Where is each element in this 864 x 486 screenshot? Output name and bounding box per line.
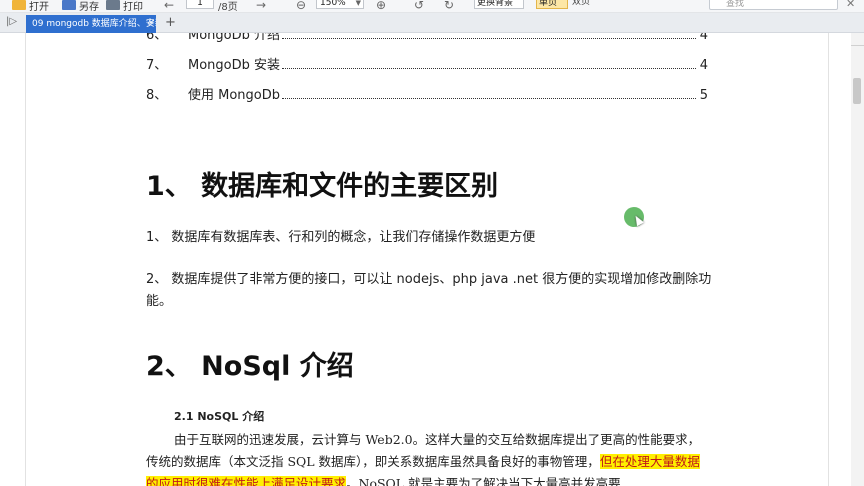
toc-entry[interactable]: 6、 MongoDb 介绍 4 [146, 33, 708, 43]
toc-number: 7、 [146, 58, 168, 73]
print-button[interactable]: 打印 [106, 0, 143, 12]
section-heading-1: 1、 数据库和文件的主要区别 [146, 171, 499, 202]
chevron-down-icon: ▼ [355, 0, 361, 7]
add-tab-icon[interactable]: + [165, 15, 176, 30]
toc-entry[interactable]: 8、 使用 MongoDb 5 [146, 84, 708, 103]
toc-page: 4 [699, 58, 708, 73]
toolbar: 打开 另存 打印 ← 1 /8页 → ⊖ 150% ▼ ⊕ ↺ ↻ 更换背景 单… [0, 0, 864, 13]
zoom-in-icon[interactable]: ⊕ [372, 0, 390, 12]
toc-page: 5 [699, 88, 708, 103]
toc-title: MongoDb 安装 [188, 58, 281, 73]
close-icon[interactable]: ✕ [846, 0, 855, 10]
tab-bar: |▷ 09 mongodb 数据库介绍、安装 ✕ + [0, 13, 864, 33]
toc-number: 6、 [146, 33, 168, 43]
section-heading-2: 2、 NoSql 介绍 [146, 351, 354, 382]
body-paragraph: 由于互联网的迅速发展，云计算与 Web2.0。这样大量的交互给数据库提出了更高的… [146, 429, 712, 486]
subsection-heading: 2.1 NoSQL 介绍 [174, 410, 265, 423]
rotate-left-icon[interactable]: ↺ [410, 0, 428, 12]
toc-leader [282, 98, 696, 99]
sidebar-toggle-icon[interactable]: |▷ [6, 16, 17, 27]
toc-title: 使用 MongoDb [188, 88, 281, 103]
body-text-continued: 。NoSQL 就是主要为了解决当下大量高并发高要 [346, 476, 621, 486]
save-as-label: 另存 [79, 1, 99, 13]
rotate-right-icon[interactable]: ↻ [440, 0, 458, 12]
list-item: 2、 数据库提供了非常方便的接口，可以让 nodejs、php java .ne… [146, 272, 712, 309]
toc-leader [282, 38, 696, 39]
page-number-input[interactable]: 1 [186, 0, 214, 9]
open-label: 打开 [29, 1, 49, 13]
print-label: 打印 [123, 1, 143, 13]
folder-open-icon [12, 0, 26, 10]
background-select[interactable]: 更换背景 [474, 0, 524, 9]
single-page-button[interactable]: 单页 [536, 0, 568, 9]
toc-leader [282, 68, 696, 69]
save-as-button[interactable]: 另存 [62, 0, 99, 12]
prev-page-icon[interactable]: ← [160, 0, 178, 12]
next-page-icon[interactable]: → [252, 0, 270, 12]
document-viewport: 6、 MongoDb 介绍 4 7、 MongoDb 安装 4 8、 使用 Mo… [0, 33, 864, 486]
toc-entry[interactable]: 7、 MongoDb 安装 4 [146, 54, 708, 73]
save-icon [62, 0, 76, 10]
zoom-out-icon[interactable]: ⊖ [292, 0, 310, 12]
page-total: /8页 [218, 2, 238, 13]
tab-document[interactable]: 09 mongodb 数据库介绍、安装 [26, 15, 156, 33]
scrollbar-thumb[interactable] [853, 78, 861, 104]
scrollbar-divider [851, 45, 864, 46]
zoom-value: 150% [320, 0, 346, 8]
tab-label: 09 mongodb 数据库介绍、安装 [32, 19, 156, 29]
zoom-select[interactable]: 150% ▼ [316, 0, 364, 9]
list-item: 1、 数据库有数据库表、行和列的概念，让我们存储操作数据更方便 [146, 230, 536, 245]
tab-close-icon[interactable]: ✕ [148, 18, 155, 27]
toc-number: 8、 [146, 88, 168, 103]
open-button[interactable]: 打开 [12, 0, 49, 12]
double-page-button[interactable]: 双页 [570, 0, 600, 9]
toc-title: MongoDb 介绍 [188, 33, 281, 43]
printer-icon [106, 0, 120, 10]
page-border-right [828, 33, 829, 486]
page-border-left [25, 33, 26, 486]
search-input[interactable]: 查找 [709, 0, 838, 10]
toc-page: 4 [699, 33, 708, 43]
